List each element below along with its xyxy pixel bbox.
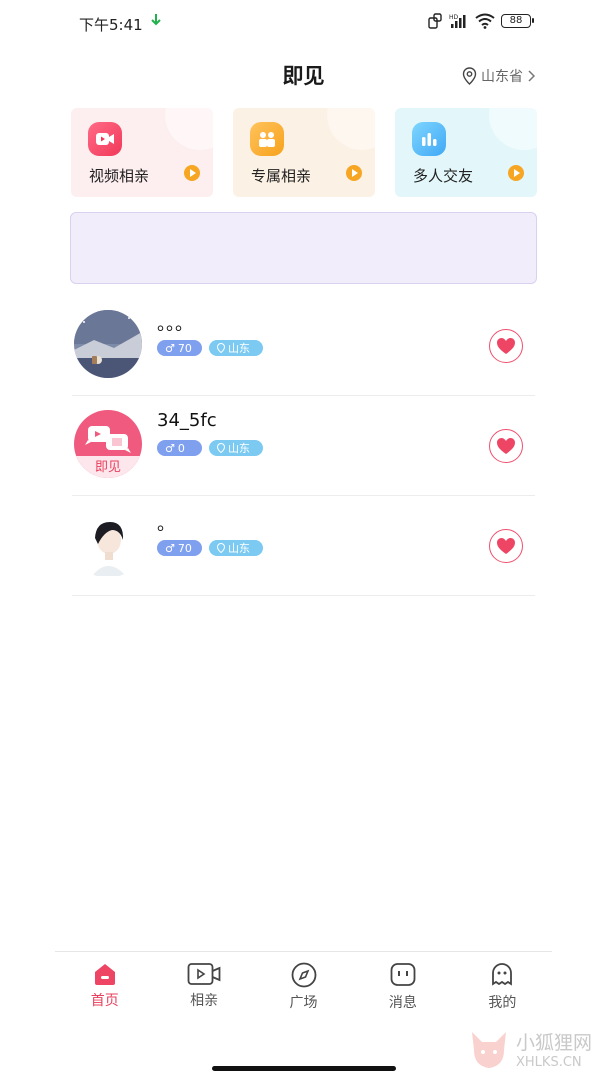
pin-icon <box>217 443 225 453</box>
video-camera-icon <box>88 122 122 156</box>
list-item[interactable]: 即见 34_5fc ♂ 0 山东 <box>72 396 535 496</box>
tab-messages[interactable]: 消息 <box>353 952 452 1021</box>
like-button[interactable] <box>489 329 523 363</box>
video-dating-card[interactable]: 视频相亲 <box>71 108 213 197</box>
region-value: 山东 <box>228 442 250 455</box>
play-icon <box>346 165 362 181</box>
gender-age-tag: ♂ 0 <box>157 440 202 456</box>
heart-icon <box>497 338 515 354</box>
tab-dating[interactable]: 相亲 <box>154 952 253 1021</box>
avatar[interactable] <box>74 310 142 378</box>
user-tags: ♂ 0 山东 <box>157 440 263 456</box>
location-selector[interactable]: 山东省 <box>462 66 535 86</box>
region-tag: 山东 <box>209 340 263 356</box>
bar-chart-icon <box>412 122 446 156</box>
male-icon: ♂ <box>165 341 175 355</box>
age-value: 0 <box>177 441 185 455</box>
profile-icon <box>492 963 513 986</box>
exclusive-dating-label: 专属相亲 <box>251 167 312 185</box>
gender-age-tag: ♂ 70 <box>157 540 202 556</box>
chevron-right-icon <box>528 70 535 82</box>
pin-icon <box>217 343 225 353</box>
male-icon: ♂ <box>165 541 175 555</box>
status-time: 下午5:41 <box>79 16 143 34</box>
user-list: 。。。 ♂ 70 山东 即见 34_5fc ♂ 0 山东 。 ♂ 70 山东 <box>72 296 535 596</box>
battery-indicator: 88 <box>501 14 534 28</box>
compass-icon <box>291 962 316 988</box>
tab-label: 首页 <box>90 993 119 1009</box>
tab-profile[interactable]: 我的 <box>453 952 552 1021</box>
watermark-title: 小狐狸网 <box>516 1032 593 1054</box>
gender-age-tag: ♂ 70 <box>157 340 202 356</box>
bottom-tab-bar: 首页 相亲 广场 消息 我的 <box>55 951 552 1021</box>
user-name: 。。。 <box>157 314 193 335</box>
region-tag: 山东 <box>209 540 263 556</box>
video-icon <box>187 963 221 985</box>
group-chat-label: 多人交友 <box>413 167 474 185</box>
tab-label: 相亲 <box>190 993 219 1009</box>
avatar-brand-text: 即见 <box>94 460 121 475</box>
message-icon <box>390 963 416 986</box>
fox-logo-icon <box>472 1032 506 1068</box>
heart-icon <box>497 438 515 454</box>
region-value: 山东 <box>228 342 250 355</box>
feature-cards: 视频相亲 专属相亲 多人交友 <box>71 108 537 197</box>
group-chat-card[interactable]: 多人交友 <box>395 108 537 197</box>
video-dating-label: 视频相亲 <box>89 167 150 185</box>
male-icon: ♂ <box>165 441 175 455</box>
home-indicator <box>212 1066 396 1071</box>
like-button[interactable] <box>489 429 523 463</box>
home-icon <box>94 964 115 985</box>
couple-icon <box>250 122 284 156</box>
region-tag: 山东 <box>209 440 263 456</box>
pin-icon <box>217 543 225 553</box>
rotate-screen-icon <box>428 13 442 29</box>
age-value: 70 <box>177 541 192 555</box>
list-item[interactable]: 。 ♂ 70 山东 <box>72 496 535 596</box>
exclusive-dating-card[interactable]: 专属相亲 <box>233 108 375 197</box>
user-name: 34_5fc <box>157 410 217 431</box>
location-pin-icon <box>462 67 477 85</box>
status-bar: 下午5:41 HD 88 <box>0 0 607 46</box>
network-label: HD <box>449 14 459 21</box>
play-icon <box>184 165 200 181</box>
watermark-domain: XHLKS.CN <box>516 1055 582 1070</box>
location-label: 山东省 <box>481 69 523 85</box>
promo-banner[interactable] <box>70 212 537 284</box>
avatar[interactable] <box>74 510 142 578</box>
watermark: 小狐狸网 XHLKS.CN <box>468 1028 592 1070</box>
tab-label: 我的 <box>488 995 517 1011</box>
user-name: 。 <box>157 514 175 535</box>
tab-label: 消息 <box>388 995 417 1011</box>
play-icon <box>508 165 524 181</box>
wifi-icon <box>475 13 495 29</box>
heart-icon <box>497 538 515 554</box>
tab-label: 广场 <box>289 995 318 1011</box>
avatar[interactable]: 即见 <box>74 410 142 478</box>
user-tags: ♂ 70 山东 <box>157 540 263 556</box>
list-item[interactable]: 。。。 ♂ 70 山东 <box>72 296 535 396</box>
download-arrow-icon <box>151 14 161 26</box>
user-tags: ♂ 70 山东 <box>157 340 263 356</box>
like-button[interactable] <box>489 529 523 563</box>
signal-icon: HD <box>449 14 466 28</box>
tab-plaza[interactable]: 广场 <box>254 952 353 1021</box>
tab-home[interactable]: 首页 <box>55 952 154 1021</box>
region-value: 山东 <box>228 542 250 555</box>
age-value: 70 <box>177 341 192 355</box>
